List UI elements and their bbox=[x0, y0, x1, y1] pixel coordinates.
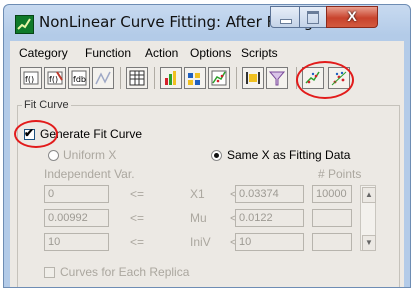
points-field-iniv[interactable] bbox=[312, 233, 352, 251]
row-scrollbar[interactable]: ▲ ▼ bbox=[360, 185, 376, 251]
close-button[interactable]: X bbox=[326, 6, 378, 28]
parameter-plot-icon bbox=[165, 71, 176, 85]
independent-var-label: Independent Var. bbox=[44, 167, 135, 181]
svg-text:fdb: fdb bbox=[73, 75, 86, 84]
var-name-mu: Mu bbox=[190, 211, 207, 225]
function-organizer-button[interactable]: fdb bbox=[68, 67, 90, 89]
menu-action[interactable]: Action bbox=[145, 46, 178, 60]
from-field-iniv[interactable]: 10 bbox=[44, 233, 109, 251]
menu-category[interactable]: Category bbox=[19, 46, 68, 60]
uniform-x-label: Uniform X bbox=[63, 148, 117, 162]
maximize-icon bbox=[307, 11, 319, 24]
fit-curve-group-label: Fit Curve bbox=[22, 99, 71, 111]
svg-text:f(): f() bbox=[49, 75, 58, 84]
to-field-iniv[interactable]: 10 bbox=[235, 233, 304, 251]
function-organizer-icon: fdb bbox=[71, 70, 87, 86]
title-bar[interactable]: NonLinear Curve Fitting: After Fitting X bbox=[4, 5, 410, 41]
scroll-up-icon[interactable]: ▲ bbox=[362, 187, 376, 203]
nlfit-app-icon bbox=[15, 15, 34, 34]
var-name-iniv: IniV bbox=[190, 235, 211, 249]
var-name-x1: X1 bbox=[190, 187, 205, 201]
funnel-fit-icon bbox=[268, 71, 286, 86]
svg-text:f(): f() bbox=[25, 75, 34, 84]
dialog-client-area: Category Function Action Options Scripts… bbox=[10, 41, 404, 287]
menu-function[interactable]: Function bbox=[85, 46, 131, 60]
to-field-x1[interactable]: 0.03374 bbox=[235, 185, 304, 203]
parameters-table-button[interactable] bbox=[184, 67, 206, 89]
to-field-mu[interactable]: 0.0122 bbox=[235, 209, 304, 227]
uniform-x-radio[interactable] bbox=[48, 150, 59, 161]
menu-bar: Category Function Action Options Scripts bbox=[10, 41, 404, 61]
toolbar-separator bbox=[236, 67, 237, 89]
close-icon: X bbox=[347, 8, 357, 24]
toolbar-separator bbox=[120, 67, 121, 89]
radio-selected-dot bbox=[214, 153, 219, 158]
toolbar: f() f() fdb bbox=[10, 61, 404, 99]
menu-scripts[interactable]: Scripts bbox=[241, 46, 278, 60]
parameter-plot-button[interactable] bbox=[160, 67, 182, 89]
parameters-table-icon bbox=[188, 73, 200, 85]
minimize-icon bbox=[280, 19, 292, 24]
curves-for-each-replica-checkbox[interactable] bbox=[44, 267, 55, 278]
fitting-graph-icon bbox=[211, 70, 227, 86]
points-label: # Points bbox=[318, 167, 362, 181]
same-x-label: Same X as Fitting Data bbox=[227, 148, 351, 162]
curves-for-each-replica-label: Curves for Each Replica bbox=[60, 265, 190, 279]
fit-range-button[interactable] bbox=[242, 67, 264, 89]
lte-operator: <= bbox=[130, 211, 145, 225]
minimize-button[interactable] bbox=[270, 6, 300, 28]
lte-operator: <= bbox=[130, 187, 145, 201]
lte-operator: <= bbox=[130, 235, 145, 249]
scroll-down-icon[interactable]: ▼ bbox=[362, 235, 376, 251]
edit-function-button[interactable]: f() bbox=[44, 67, 66, 89]
worksheet-button[interactable] bbox=[126, 67, 148, 89]
from-field-x1[interactable]: 0 bbox=[44, 185, 109, 203]
fitting-graph-button[interactable] bbox=[208, 67, 230, 89]
funnel-fit-button[interactable] bbox=[266, 67, 288, 89]
maximize-button[interactable] bbox=[299, 6, 327, 28]
worksheet-icon bbox=[129, 70, 145, 86]
menu-options[interactable]: Options bbox=[190, 46, 231, 60]
from-field-mu[interactable]: 0.00992 bbox=[44, 209, 109, 227]
fdb-category-icon: f() bbox=[23, 71, 39, 85]
nlfit-dialog-window: NonLinear Curve Fitting: After Fitting X… bbox=[3, 4, 411, 288]
simulate-curve-icon bbox=[95, 71, 111, 85]
fdb-category-button[interactable]: f() bbox=[20, 67, 42, 89]
fit-range-icon bbox=[246, 72, 260, 84]
edit-function-icon: f() bbox=[47, 71, 63, 85]
points-field-x1[interactable]: 10000 bbox=[312, 185, 352, 203]
same-x-radio[interactable] bbox=[211, 150, 222, 161]
toolbar-separator bbox=[154, 67, 155, 89]
generate-checkbox-highlight-circle bbox=[14, 120, 58, 148]
points-field-mu[interactable] bbox=[312, 209, 352, 227]
fit-buttons-highlight-circle bbox=[296, 61, 354, 99]
simulate-curve-button[interactable] bbox=[92, 67, 114, 89]
